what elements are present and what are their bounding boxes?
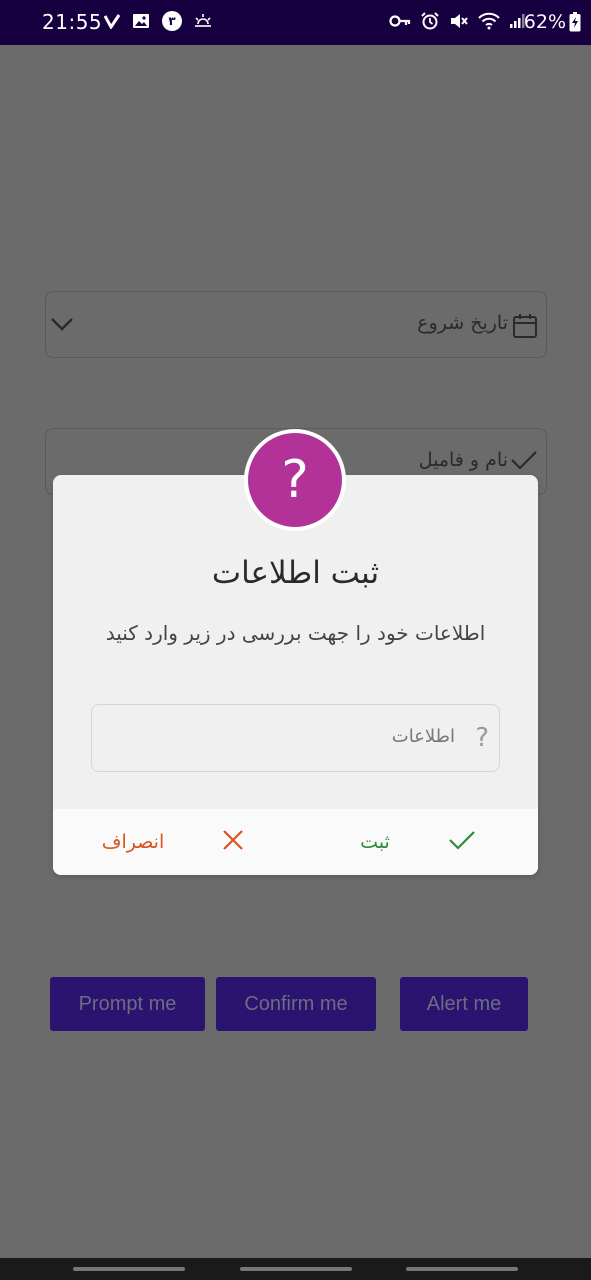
cancel-button[interactable]: انصراف [53, 809, 293, 875]
navigation-bar [0, 1258, 591, 1280]
nav-recents-handle[interactable] [73, 1267, 185, 1271]
dialog-badge: ? [244, 429, 346, 531]
prompt-dialog: ثبت اطلاعات اطلاعات خود را جهت بررسی در … [53, 475, 538, 875]
info-input-placeholder: اطلاعات [391, 726, 455, 747]
start-date-field[interactable]: تاریخ شروع [45, 291, 547, 358]
status-left-icons: ٣ [104, 11, 212, 31]
question-mark-icon: ? [248, 433, 342, 527]
battery-percent: 62% [523, 11, 566, 33]
image-icon [132, 13, 150, 29]
nav-home-handle[interactable] [240, 1267, 352, 1271]
info-input[interactable]: ? اطلاعات [91, 704, 500, 772]
alert-button[interactable]: Alert me [400, 977, 528, 1031]
signal-icon [509, 13, 525, 29]
submit-label: ثبت [360, 831, 390, 853]
check-icon [510, 449, 538, 475]
start-date-label: تاریخ شروع [417, 312, 508, 334]
chevron-down-icon[interactable] [50, 316, 74, 336]
wifi-icon [478, 12, 500, 30]
close-icon [222, 829, 244, 856]
weather-icon [194, 13, 212, 29]
mute-icon [449, 12, 469, 30]
question-icon: ? [475, 723, 489, 753]
checkmark-v-icon [104, 13, 120, 29]
confirm-button[interactable]: Confirm me [216, 977, 376, 1031]
status-bar: 21:55 ٣ 62% [0, 0, 591, 45]
status-time: 21:55 [42, 10, 103, 34]
name-label: نام و فامیل [418, 449, 508, 471]
check-icon [448, 829, 476, 856]
vpn-key-icon [389, 14, 411, 28]
nav-back-handle[interactable] [406, 1267, 518, 1271]
status-right-icons [389, 11, 525, 31]
cancel-label: انصراف [101, 831, 165, 853]
calendar-icon [512, 312, 538, 344]
alarm-icon [420, 11, 440, 31]
dialog-title: ثبت اطلاعات [211, 555, 380, 591]
battery-charging-icon [569, 12, 581, 32]
battery-status: 62% [524, 11, 581, 33]
prompt-button[interactable]: Prompt me [50, 977, 205, 1031]
submit-button[interactable]: ثبت [298, 809, 538, 875]
dialog-message: اطلاعات خود را جهت بررسی در زیر وارد کنی… [105, 621, 486, 645]
notification-count-badge: ٣ [162, 11, 182, 31]
dialog-footer: ثبت انصراف [53, 809, 538, 875]
